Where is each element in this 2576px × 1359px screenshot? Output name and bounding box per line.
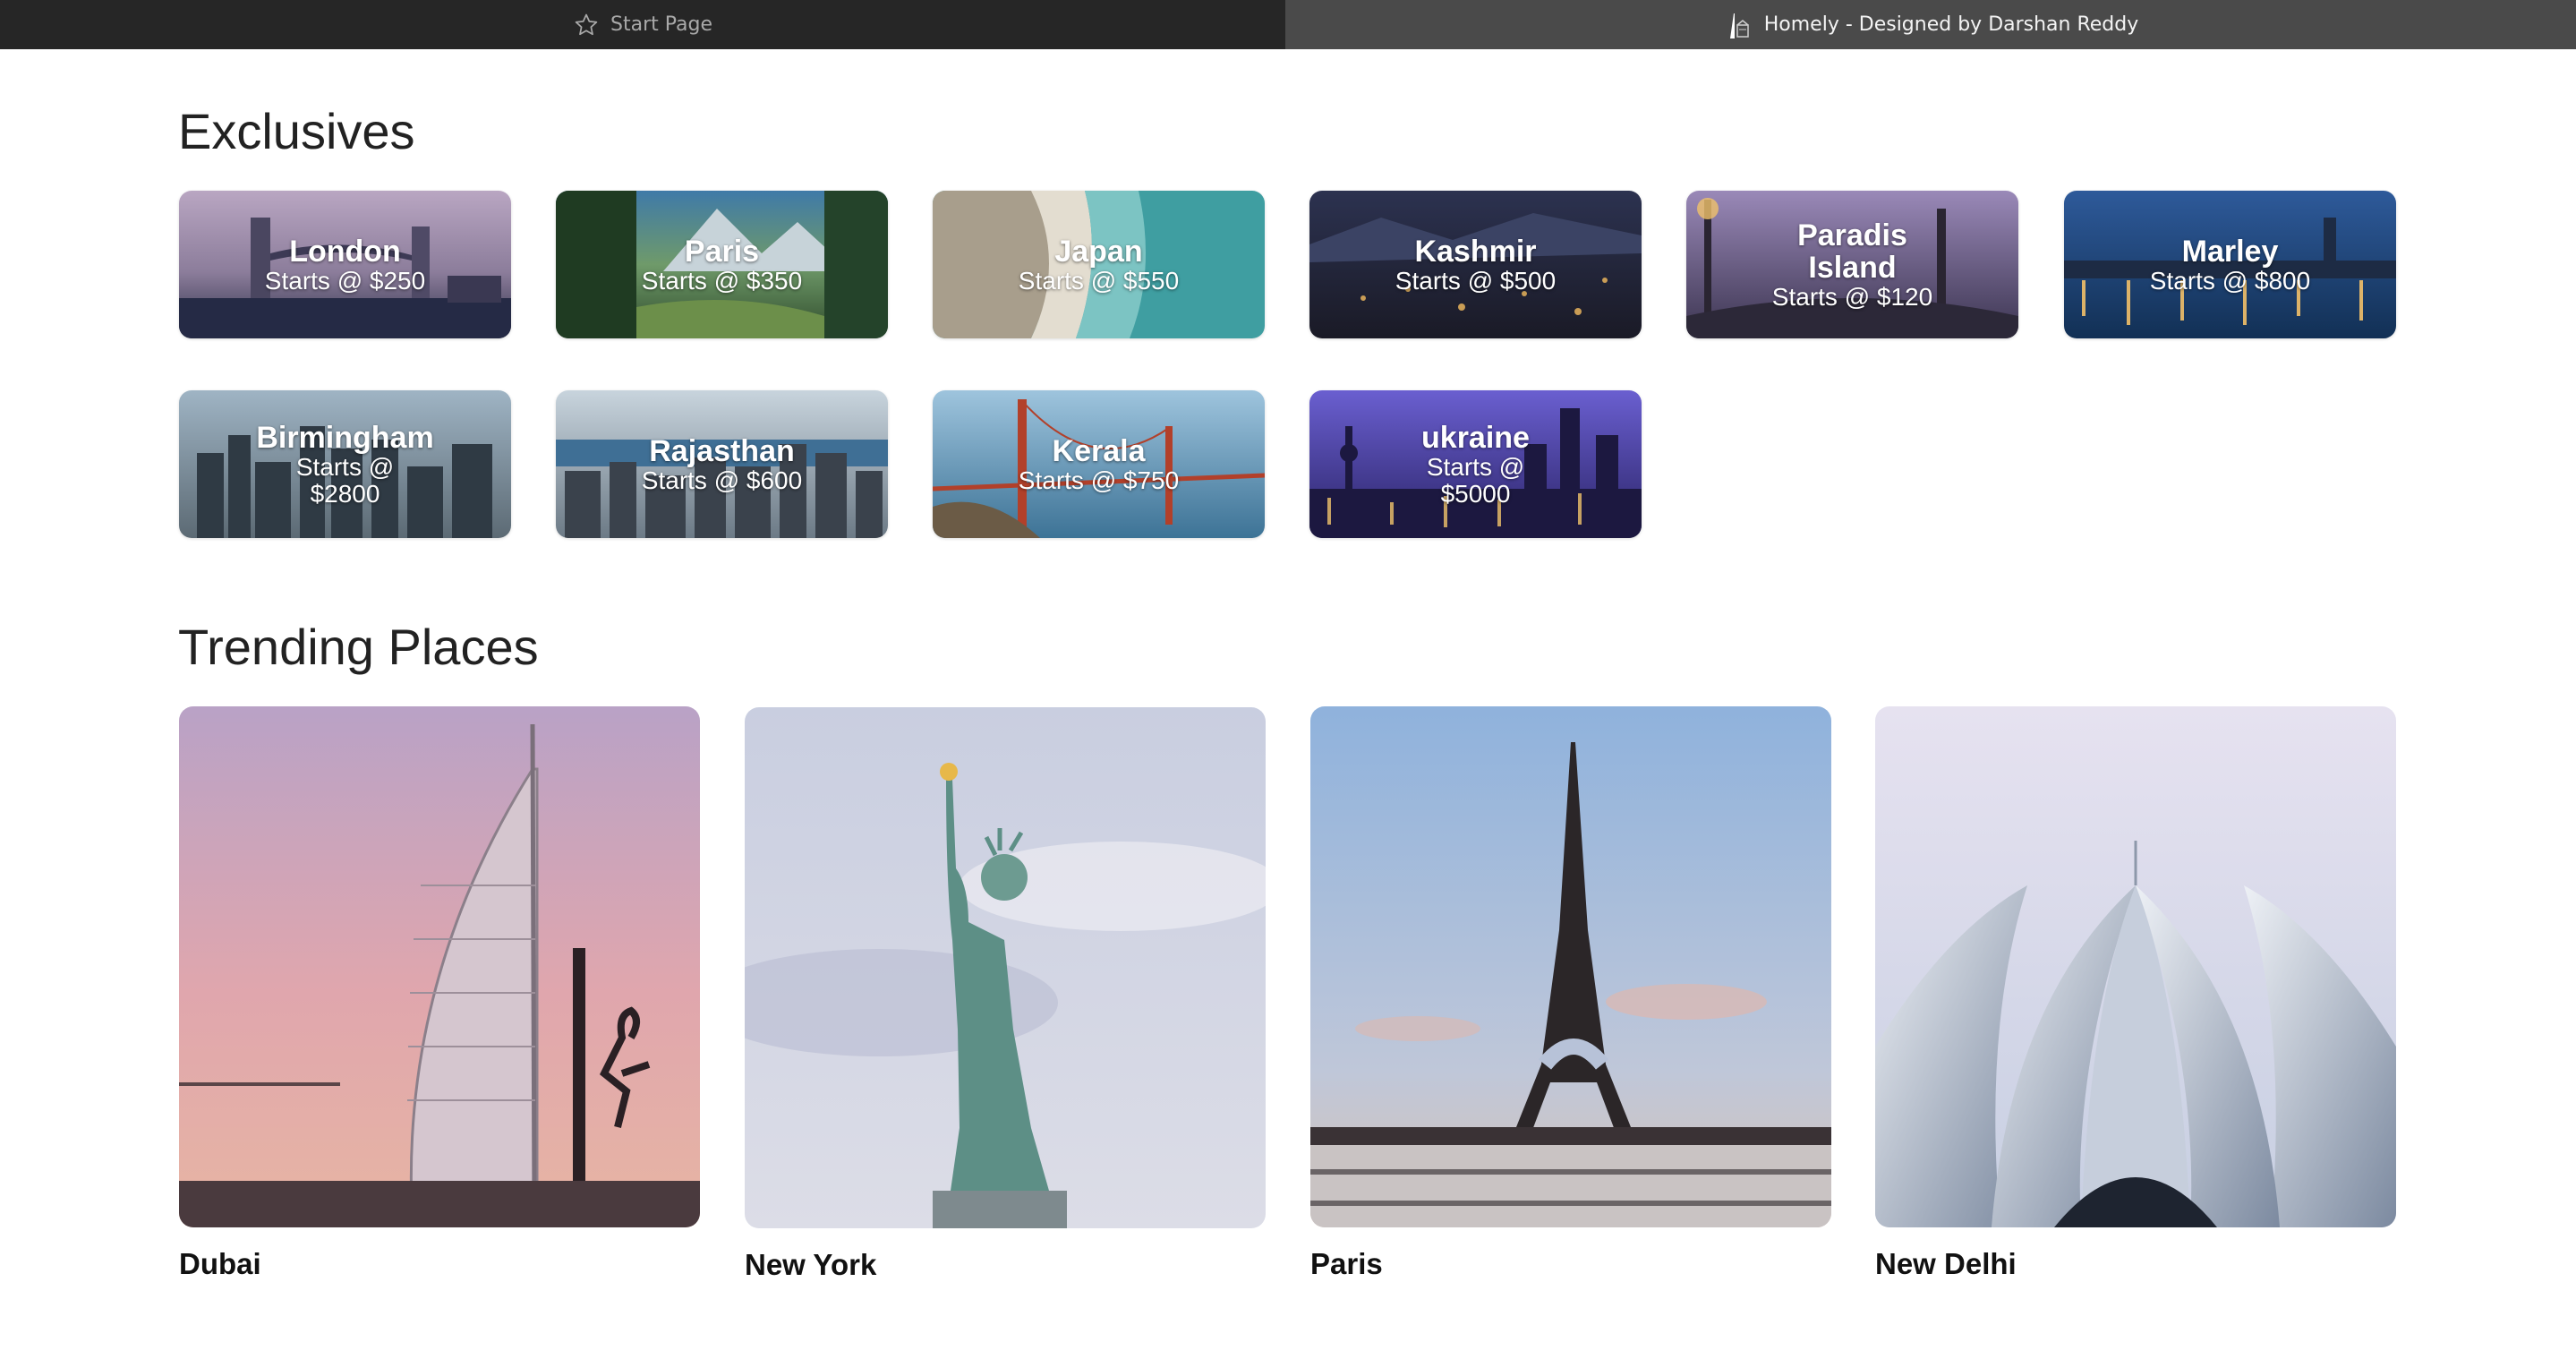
card-price: Starts @ $350 <box>641 266 803 295</box>
card-title: Marley <box>2181 234 2279 269</box>
trending-card-dubai[interactable]: Dubai <box>179 706 700 1281</box>
card-title: Birmingham <box>256 420 434 455</box>
place-name: New Delhi <box>1875 1247 2017 1280</box>
trending-heading: Trending Places <box>178 619 539 675</box>
exclusive-card-marley[interactable]: Marley Starts @ $800 <box>2064 191 2396 338</box>
browser-tab-bar: Start Page Homely - Designed by Darshan … <box>0 0 2576 49</box>
card-title: Japan <box>1054 234 1143 269</box>
exclusive-card-japan[interactable]: Japan Starts @ $550 <box>933 191 1265 338</box>
card-price: Starts @ $550 <box>1018 266 1180 295</box>
tab-label: Start Page <box>610 13 712 36</box>
place-name: Paris <box>1310 1247 1383 1280</box>
card-price: Starts @ $600 <box>641 466 803 494</box>
tab-start-page[interactable]: Start Page <box>0 0 1285 49</box>
page-content: Exclusives London Starts @ $250 Paris St… <box>0 50 2576 1359</box>
card-price: Starts @ $2800 <box>295 452 395 508</box>
tab-label: Homely - Designed by Darshan Reddy <box>1763 13 2139 36</box>
place-name: Dubai <box>179 1247 261 1280</box>
place-name: New York <box>745 1248 877 1281</box>
card-price: Starts @ $250 <box>264 266 426 295</box>
card-price: Starts @ $800 <box>2149 266 2311 295</box>
card-title: Paris <box>684 234 760 269</box>
exclusive-card-london[interactable]: London Starts @ $250 <box>179 191 511 338</box>
trending-card-new-york[interactable]: New York <box>745 707 1266 1282</box>
paris-trending-image <box>1310 706 1831 1227</box>
card-price: Starts @ $500 <box>1395 266 1557 295</box>
site-favicon-icon <box>1723 10 1753 40</box>
exclusive-card-kashmir[interactable]: Kashmir Starts @ $500 <box>1309 191 1642 338</box>
exclusive-card-paradis-island[interactable]: Paradis Island Starts @ $120 <box>1686 191 2018 338</box>
new-delhi-image <box>1875 706 2396 1227</box>
new-york-image <box>745 707 1266 1228</box>
card-title: Rajasthan <box>649 433 795 468</box>
dubai-image <box>179 706 700 1227</box>
exclusive-card-paris[interactable]: Paris Starts @ $350 <box>556 191 888 338</box>
card-title: Paradis Island <box>1797 218 1907 285</box>
card-price: Starts @ $120 <box>1771 282 1933 311</box>
card-title: Kerala <box>1052 433 1146 468</box>
trending-card-paris[interactable]: Paris <box>1310 706 1831 1281</box>
card-title: ukraine <box>1421 420 1530 455</box>
exclusives-heading: Exclusives <box>178 103 415 159</box>
star-icon <box>573 12 600 38</box>
exclusive-card-rajasthan[interactable]: Rajasthan Starts @ $600 <box>556 390 888 538</box>
trending-card-new-delhi[interactable]: New Delhi <box>1875 706 2396 1281</box>
card-price: Starts @ $5000 <box>1426 452 1525 508</box>
exclusive-card-ukraine[interactable]: ukraine Starts @ $5000 <box>1309 390 1642 538</box>
card-price: Starts @ $750 <box>1018 466 1180 494</box>
tab-homely[interactable]: Homely - Designed by Darshan Reddy <box>1285 0 2576 49</box>
exclusive-card-kerala[interactable]: Kerala Starts @ $750 <box>933 390 1265 538</box>
exclusive-card-birmingham[interactable]: Birmingham Starts @ $2800 <box>179 390 511 538</box>
card-title: Kashmir <box>1414 234 1537 269</box>
card-title: London <box>289 234 401 269</box>
